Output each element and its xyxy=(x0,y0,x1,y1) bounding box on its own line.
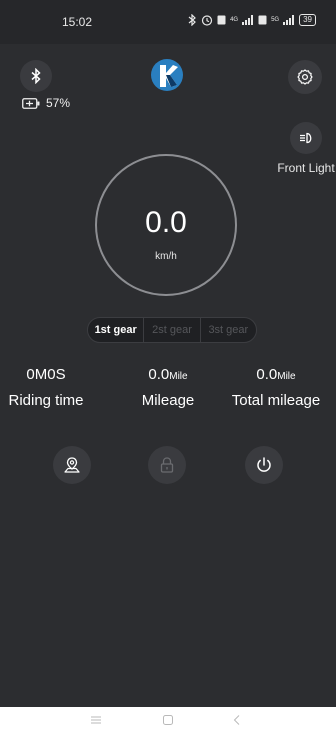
riding-time-value: 0M0S xyxy=(0,366,106,383)
signal-icon-2 xyxy=(283,15,295,25)
battery-level-text: 57% xyxy=(46,96,71,110)
bluetooth-status-icon xyxy=(188,14,196,26)
mileage-value-unit: Mile xyxy=(169,371,188,382)
total-mileage-value-number: 0.0 xyxy=(256,366,278,383)
bluetooth-button[interactable] xyxy=(20,60,52,92)
battery-indicator: 57% xyxy=(22,96,70,110)
status-battery: 39 xyxy=(299,14,316,26)
status-time: 15:02 xyxy=(62,15,93,29)
bluetooth-icon xyxy=(31,68,41,84)
map-button[interactable] xyxy=(53,446,91,484)
status-icons: 4G 5G 39 xyxy=(188,12,316,28)
home-icon[interactable] xyxy=(163,715,173,725)
gear-icon xyxy=(297,69,313,85)
headlight-icon xyxy=(300,132,312,144)
speed-unit: km/h xyxy=(155,251,177,262)
mileage-value-number: 0.0 xyxy=(148,366,170,383)
gear-selector: 1st gear 2st gear 3st gear xyxy=(87,317,257,343)
gear-2-button[interactable]: 2st gear xyxy=(143,318,199,342)
system-nav-bar xyxy=(0,707,336,733)
gear-3-button[interactable]: 3st gear xyxy=(199,318,256,342)
speed-value: 0.0 xyxy=(145,206,187,239)
back-icon[interactable] xyxy=(233,715,241,725)
total-mileage-value: 0.0Mile xyxy=(216,366,336,383)
mileage-label: Mileage xyxy=(141,392,195,409)
status-bar: 15:02 4G 5G 39 xyxy=(0,0,336,44)
sim-icon-2 xyxy=(258,15,267,25)
front-light-label: Front Light xyxy=(277,161,335,175)
lock-button[interactable] xyxy=(148,446,186,484)
menu-icon[interactable] xyxy=(91,716,101,724)
battery-charging-icon xyxy=(22,97,40,109)
power-button[interactable] xyxy=(245,446,283,484)
front-light-button[interactable] xyxy=(290,122,322,154)
network-5g-label: 5G xyxy=(271,17,280,23)
total-mileage-label: Total mileage xyxy=(231,392,321,409)
riding-time-label: Riding time xyxy=(8,392,84,409)
sim-icon xyxy=(217,15,226,25)
power-icon xyxy=(257,457,271,472)
mileage-value: 0.0Mile xyxy=(108,366,228,383)
total-mileage-value-unit: Mile xyxy=(277,371,296,382)
signal-icon xyxy=(242,15,254,25)
network-4g-label: 4G xyxy=(230,17,239,23)
app-logo-icon xyxy=(151,59,183,91)
alarm-icon xyxy=(201,15,213,26)
lock-icon xyxy=(160,457,174,473)
gear-1-button[interactable]: 1st gear xyxy=(88,318,143,342)
riding-time-value-text: 0M0S xyxy=(26,366,66,383)
settings-button[interactable] xyxy=(288,60,322,94)
map-pin-icon xyxy=(64,457,80,473)
